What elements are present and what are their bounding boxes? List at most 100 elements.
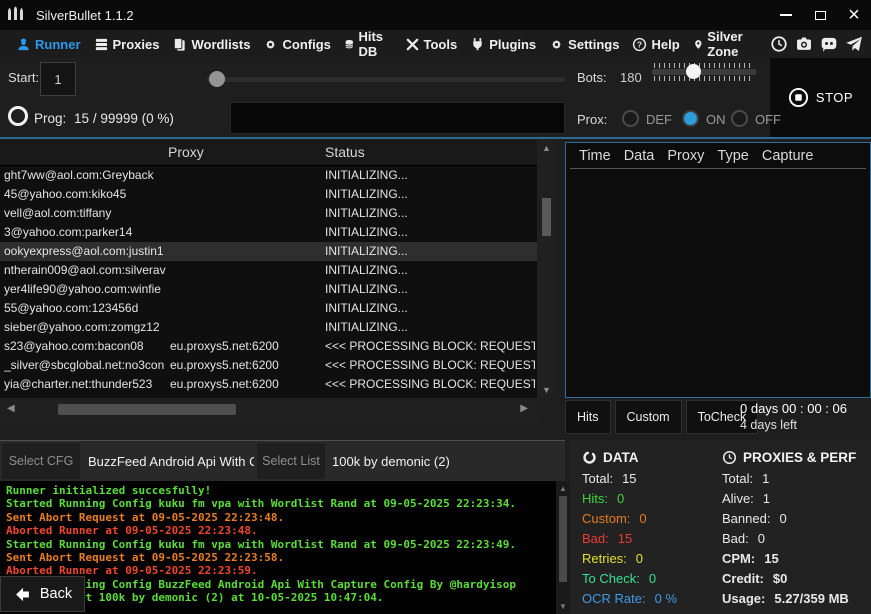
column-header-proxy[interactable]: Proxy (667, 148, 704, 164)
gear-icon (263, 37, 278, 52)
table-row[interactable]: s23@yahoo.com:bacon08eu.proxys5.net:6200… (0, 337, 537, 356)
prox-label: Prox: (577, 112, 607, 127)
gauge-clock-icon (722, 450, 737, 465)
log-line: Aborted Runner at 09-05-2025 22:23:48. (6, 524, 564, 537)
menu-item-silverzone[interactable]: Silver Zone (693, 29, 757, 59)
data-stats-rows: Total:15Hits:0Custom:0Bad:15Retries:0To … (582, 471, 677, 611)
stat-row: Total:15 (582, 471, 677, 491)
maximize-button[interactable] (803, 0, 837, 30)
log-line: Started Running Config kuku fm vpa with … (6, 497, 564, 510)
camera-icon[interactable] (795, 35, 813, 53)
slider-thumb[interactable] (209, 71, 225, 87)
menu-item-tools[interactable]: Tools (405, 37, 458, 52)
scrollbar-thumb[interactable] (58, 404, 236, 415)
column-header-data[interactable]: Data (624, 148, 655, 164)
data-stats-header: DATA (582, 448, 677, 466)
stat-row: Alive:1 (722, 491, 856, 511)
history-icon[interactable] (770, 35, 788, 53)
column-header-type[interactable]: Type (717, 148, 748, 164)
prox-radio-on[interactable] (682, 110, 699, 127)
menu-label: Runner (35, 37, 81, 52)
table-row[interactable]: 45@yahoo.com:kiko45INITIALIZING... (0, 185, 537, 204)
table-row[interactable]: ght7ww@aol.com:GreybackINITIALIZING... (0, 166, 537, 185)
bots-label: Bots: (577, 70, 607, 85)
log-line: Started Running Config BuzzFeed Android … (6, 578, 564, 591)
scrollbar-thumb[interactable] (559, 496, 567, 582)
bots-slider[interactable] (652, 62, 756, 82)
menu-label: Wordlists (191, 37, 250, 52)
table-row[interactable]: _silver@sbcglobal.net:no3coneu.proxys5.n… (0, 356, 537, 375)
stat-row: OCR Rate:0 % (582, 591, 677, 611)
table-row[interactable]: ookyexpress@aol.com:justin1INITIALIZING.… (0, 242, 537, 261)
title-bar: SilverBullet 1.1.2 × (0, 0, 871, 30)
scroll-up-icon[interactable]: ▲ (556, 484, 570, 493)
data-stats: DATA Total:15Hits:0Custom:0Bad:15Retries… (582, 448, 677, 611)
log-scrollbar[interactable]: ▲ ▼ (556, 481, 570, 614)
select-cfg-button[interactable]: Select CFG (2, 443, 80, 479)
menu-item-help[interactable]: ? Help (632, 37, 679, 52)
menu-item-hitsdb[interactable]: Hits DB (344, 29, 392, 59)
app-title: SilverBullet 1.1.2 (36, 8, 134, 23)
stat-row: Credit:$0 (722, 571, 856, 591)
table-row[interactable]: sieber@yahoo.com:zomgz12INITIALIZING... (0, 318, 537, 337)
column-header-status[interactable]: Status (325, 144, 365, 160)
minimize-button[interactable] (769, 0, 803, 30)
discord-icon[interactable] (820, 35, 838, 53)
telegram-icon[interactable] (845, 35, 863, 53)
menu-label: Plugins (489, 37, 536, 52)
proxy-stats: PROXIES & PERF Total:1Alive:1Banned:0Bad… (722, 448, 856, 611)
menu-item-wordlists[interactable]: Wordlists (172, 37, 250, 52)
settings-gear-icon (549, 37, 564, 52)
menu-item-runner[interactable]: Runner (16, 37, 81, 52)
table-row[interactable]: 3@yahoo.com:parker14INITIALIZING... (0, 223, 537, 242)
menu-item-plugins[interactable]: Plugins (470, 37, 536, 52)
menu-right-icons (770, 35, 871, 53)
horizontal-scrollbar[interactable]: ◀ ▶ (0, 398, 537, 422)
stat-row: Bad:0 (722, 531, 856, 551)
config-bar: Select CFG BuzzFeed Android Api With Cap… (0, 440, 565, 481)
log-line: Runner initialized succesfully! (6, 484, 564, 497)
column-header-time[interactable]: Time (579, 148, 611, 164)
table-row[interactable]: vell@aol.com:tiffanyINITIALIZING... (0, 204, 537, 223)
scroll-right-icon[interactable]: ▶ (520, 403, 528, 414)
table-row[interactable]: 55@yahoo.com:123456dINITIALIZING... (0, 299, 537, 318)
scroll-down-icon[interactable]: ▼ (556, 602, 570, 611)
table-row[interactable]: yer4life90@yahoo.com:winfieINITIALIZING.… (0, 280, 537, 299)
section-divider (0, 137, 871, 139)
location-pin-icon (693, 37, 704, 52)
scroll-up-icon[interactable]: ▲ (537, 143, 556, 153)
table-row[interactable]: ntherain009@aol.com:silveravINITIALIZING… (0, 261, 537, 280)
close-button[interactable]: × (837, 0, 871, 30)
start-slider[interactable] (207, 71, 565, 87)
scroll-down-icon[interactable]: ▼ (537, 385, 556, 395)
selected-wordlist-name: 100k by demonic (2) (332, 441, 512, 481)
slider-track[interactable] (652, 69, 756, 75)
table-row[interactable]: yia@charter.net:thunder523eu.proxys5.net… (0, 375, 537, 394)
slider-thumb[interactable] (686, 64, 701, 79)
prox-on-label: ON (706, 112, 726, 127)
prox-radio-def[interactable] (622, 110, 639, 127)
back-label: Back (40, 586, 72, 602)
stat-row: Banned:0 (722, 511, 856, 531)
tab-hits[interactable]: Hits (565, 400, 611, 434)
select-list-button[interactable]: Select List (257, 443, 325, 479)
column-header-capture[interactable]: Capture (762, 148, 814, 164)
column-header-proxy[interactable]: Proxy (168, 144, 204, 160)
vertical-scrollbar[interactable]: ▲ ▼ (537, 140, 556, 398)
scroll-left-icon[interactable]: ◀ (7, 403, 15, 414)
start-input[interactable] (40, 62, 76, 96)
stat-row: Hits:0 (582, 491, 677, 511)
back-button[interactable]: Back (0, 576, 85, 612)
time-left: 4 days left (740, 418, 847, 432)
slider-track[interactable] (207, 77, 565, 82)
data-stats-title: DATA (603, 450, 639, 465)
menu-item-proxies[interactable]: Proxies (94, 37, 160, 52)
stop-button[interactable]: STOP (770, 58, 871, 137)
prox-radio-off[interactable] (731, 110, 748, 127)
maximize-icon (815, 11, 826, 20)
scrollbar-thumb[interactable] (542, 198, 551, 236)
menu-item-configs[interactable]: Configs (263, 37, 330, 52)
tab-custom[interactable]: Custom (615, 400, 682, 434)
prog-radio[interactable] (8, 106, 28, 126)
menu-item-settings[interactable]: Settings (549, 37, 619, 52)
